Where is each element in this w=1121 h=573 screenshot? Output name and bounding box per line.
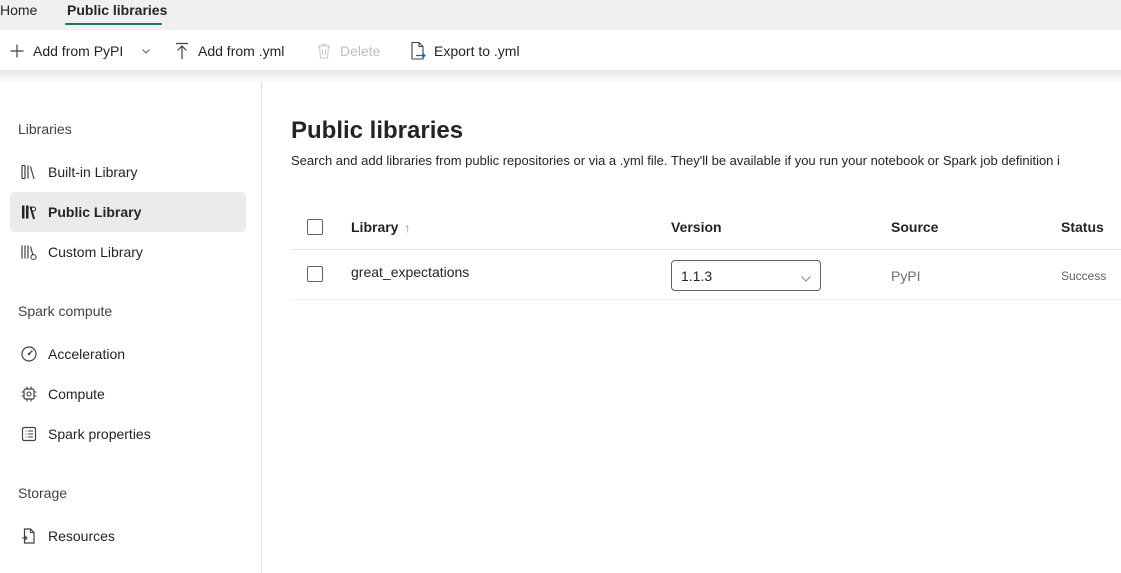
column-header-library-label: Library xyxy=(351,219,399,235)
add-from-yml-label: Add from .yml xyxy=(198,43,285,59)
sidebar-item-spark-properties[interactable]: Spark properties xyxy=(10,414,246,454)
column-header-source: Source xyxy=(891,219,939,235)
sidebar-item-public-library[interactable]: Public Library xyxy=(10,192,246,232)
books-custom-icon xyxy=(20,243,38,261)
books-icon xyxy=(20,163,38,181)
main-content: Public libraries Search and add librarie… xyxy=(263,82,1121,573)
sidebar-item-custom-library[interactable]: Custom Library xyxy=(10,232,246,272)
active-tab-indicator xyxy=(65,23,162,25)
plus-icon xyxy=(8,42,26,60)
toolbar: Add from PyPI Add from .yml Delete Expor… xyxy=(0,30,1121,71)
libraries-table: Library ↑ Version Source Status great_exp… xyxy=(291,208,1121,300)
trash-icon xyxy=(315,42,333,60)
page-description: Search and add libraries from public rep… xyxy=(291,153,1060,168)
sidebar-item-label: Acceleration xyxy=(48,346,126,362)
sidebar-item-built-in-library[interactable]: Built-in Library xyxy=(10,152,246,192)
sort-ascending-icon: ↑ xyxy=(404,221,411,235)
export-to-yml-button[interactable]: Export to .yml xyxy=(409,41,520,61)
delete-label: Delete xyxy=(340,43,381,59)
sidebar-item-label: Spark properties xyxy=(48,426,151,442)
sidebar-item-label: Built-in Library xyxy=(48,164,138,180)
libraries-section-title: Libraries xyxy=(18,121,72,137)
sidebar-item-acceleration[interactable]: Acceleration xyxy=(10,334,246,374)
storage-section-title: Storage xyxy=(18,485,68,501)
status-value: Success xyxy=(1061,269,1107,283)
sidebar-item-label: Compute xyxy=(48,386,105,402)
chevron-down-icon xyxy=(140,44,152,60)
version-value: 1.1.3 xyxy=(681,268,713,284)
add-from-yml-button[interactable]: Add from .yml xyxy=(173,41,284,61)
source-value: PyPI xyxy=(891,268,921,284)
books-public-icon xyxy=(20,203,38,221)
toolbar-divider xyxy=(0,70,1121,82)
chip-icon xyxy=(20,385,38,403)
export-icon xyxy=(409,41,427,60)
list-icon xyxy=(20,425,38,443)
page-title: Public libraries xyxy=(291,117,464,144)
spark-compute-section-title: Spark compute xyxy=(18,303,113,319)
select-all-checkbox[interactable] xyxy=(307,219,323,235)
delete-button[interactable]: Delete xyxy=(315,41,380,61)
add-from-pypi-button[interactable]: Add from PyPI xyxy=(8,41,123,61)
table-row: great_expectations 1.1.3 PyPI Success xyxy=(291,250,1121,300)
add-from-pypi-label: Add from PyPI xyxy=(33,43,124,59)
tab-bar: Home Public libraries xyxy=(0,0,1121,30)
sidebar-item-resources[interactable]: Resources xyxy=(10,516,246,556)
export-to-yml-label: Export to .yml xyxy=(434,43,520,59)
add-options-dropdown[interactable] xyxy=(140,42,152,62)
table-header-row: Library ↑ Version Source Status xyxy=(291,208,1121,250)
sidebar: Libraries Built-in Library Public Librar… xyxy=(0,82,262,573)
document-icon xyxy=(20,527,38,545)
version-select[interactable]: 1.1.3 xyxy=(671,260,821,291)
tab-home[interactable]: Home xyxy=(0,2,37,18)
row-checkbox[interactable] xyxy=(307,266,323,282)
sidebar-item-label: Resources xyxy=(48,528,115,544)
column-header-version: Version xyxy=(671,219,722,235)
column-header-status: Status xyxy=(1061,219,1104,235)
sidebar-item-label: Custom Library xyxy=(48,244,143,260)
library-name: great_expectations xyxy=(351,264,470,280)
sidebar-item-label: Public Library xyxy=(48,204,142,220)
gauge-icon xyxy=(20,345,38,363)
sidebar-item-compute[interactable]: Compute xyxy=(10,374,246,414)
upload-icon xyxy=(173,42,191,60)
chevron-down-icon xyxy=(800,271,812,282)
tab-public-libraries[interactable]: Public libraries xyxy=(67,2,167,18)
column-header-library[interactable]: Library ↑ xyxy=(351,219,410,235)
